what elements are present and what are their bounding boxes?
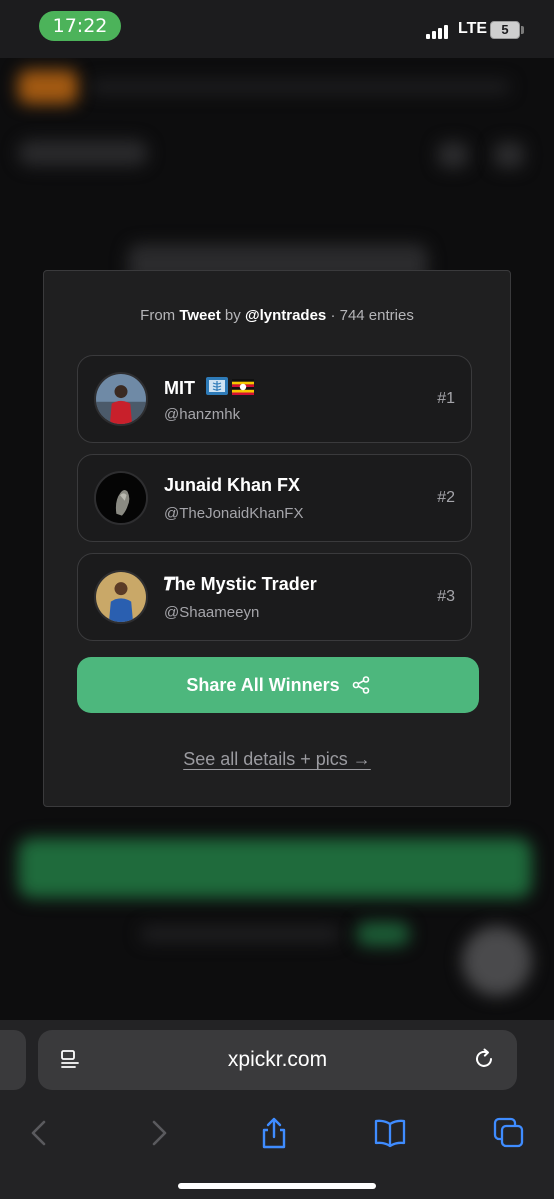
blurred-caption	[140, 926, 340, 942]
winner-row[interactable]: Junaid Khan FX @TheJonaidKhanFX #2	[77, 454, 472, 542]
winner-row[interactable]: MIT @hanzmhk #1	[77, 355, 472, 443]
winner-name: Junaid Khan FX	[164, 475, 301, 495]
back-icon[interactable]	[22, 1116, 56, 1150]
winners-card: From Tweet by @lyntrades · 744 entries M…	[43, 270, 511, 807]
blurred-pill	[356, 922, 410, 946]
status-time: 17:22	[39, 11, 121, 41]
previous-tab-preview[interactable]	[0, 1030, 26, 1090]
url-text: xpickr.com	[227, 1048, 328, 1071]
share-button-label: Share All Winners	[186, 674, 340, 695]
browser-toolbar: xpickr.com	[0, 1020, 554, 1199]
avatar	[94, 570, 148, 624]
share-icon	[352, 676, 369, 694]
blurred-floating-button	[462, 926, 532, 996]
winner-name: 𝑻he Mystic Trader	[164, 574, 317, 594]
forward-icon[interactable]	[142, 1116, 176, 1150]
avatar	[94, 372, 148, 426]
battery-tip	[521, 26, 524, 34]
see-all-details-link[interactable]: See all details + pics →	[44, 749, 510, 770]
bookmarks-icon[interactable]	[373, 1116, 407, 1150]
header-source[interactable]: Tweet	[179, 307, 220, 324]
blurred-nav-icon	[438, 142, 468, 168]
blurred-site-logo	[18, 140, 148, 166]
winner-handle: @hanzmhk	[164, 406, 241, 423]
address-bar[interactable]: xpickr.com	[38, 1030, 517, 1090]
network-type: LTE	[458, 20, 488, 37]
header-from: From	[140, 307, 176, 324]
card-header: From Tweet by @lyntrades · 744 entries	[44, 307, 510, 324]
winner-row[interactable]: 𝑻he Mystic Trader @Shaameeyn #3	[77, 553, 472, 641]
emoji-icons	[206, 376, 255, 401]
winner-rank: #2	[437, 489, 455, 506]
blurred-action-button	[18, 838, 532, 898]
winner-rank: #3	[437, 588, 455, 605]
share-page-icon[interactable]	[257, 1116, 291, 1150]
home-indicator[interactable]	[178, 1183, 376, 1189]
tabs-icon[interactable]	[492, 1116, 526, 1150]
reload-icon[interactable]	[471, 1046, 497, 1072]
blurred-banner-text	[90, 80, 510, 94]
signal-icon	[426, 23, 452, 39]
status-bar: 17:22 LTE 5	[0, 0, 554, 58]
winner-name: MIT	[164, 378, 195, 398]
winner-rank: #1	[437, 390, 455, 407]
share-all-winners-button[interactable]: Share All Winners	[77, 657, 479, 713]
header-by: by	[224, 307, 241, 324]
avatar	[94, 471, 148, 525]
blurred-banner-logo	[18, 70, 78, 104]
blurred-menu-icon	[494, 142, 524, 168]
winner-handle: @Shaameeyn	[164, 604, 260, 621]
winner-handle: @TheJonaidKhanFX	[164, 505, 304, 522]
winner-name-row: MIT	[164, 376, 255, 401]
header-author[interactable]: @lyntrades	[245, 307, 326, 324]
xray-and-flag-icon	[206, 377, 255, 395]
header-entries: · 744 entries	[330, 307, 414, 324]
battery-icon: 5	[490, 21, 520, 39]
